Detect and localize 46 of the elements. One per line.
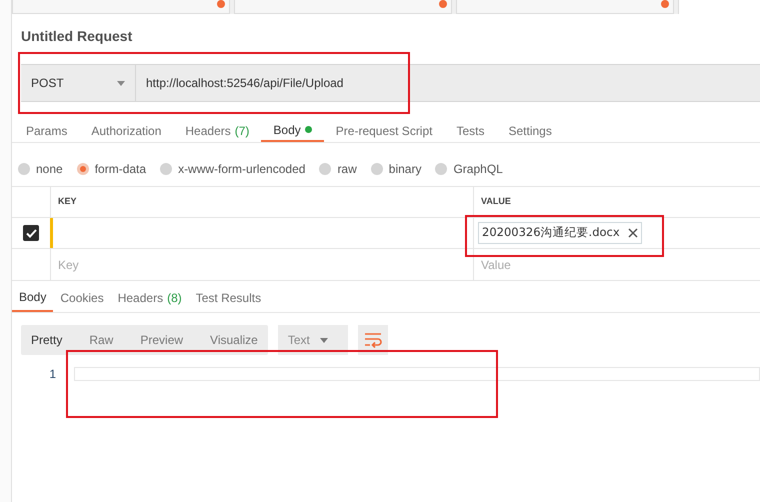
view-mode-tab[interactable]: Visualize	[210, 331, 258, 349]
radio-option[interactable]: x-www-form-urlencoded	[160, 160, 306, 178]
radio-button[interactable]	[76, 163, 89, 175]
remove-file-icon[interactable]	[628, 228, 638, 238]
tab[interactable]	[234, 0, 452, 14]
radio-option[interactable]: GraphQL	[435, 160, 503, 178]
column-header: VALUE	[473, 187, 760, 217]
tab[interactable]: Body	[261, 119, 324, 142]
value-input[interactable]: Value	[473, 249, 760, 280]
format-dropdown[interactable]: Text	[278, 325, 348, 355]
radio-option[interactable]: none	[18, 160, 63, 178]
line-number: 1	[48, 366, 56, 382]
tab[interactable]: Test Results	[188, 283, 268, 312]
view-mode-tab[interactable]: Raw	[89, 331, 114, 349]
radio-button[interactable]	[435, 163, 448, 175]
tab[interactable]: Params	[14, 119, 80, 142]
tab[interactable]: Headers (7)	[173, 119, 262, 142]
tab[interactable]: Body	[12, 283, 54, 312]
caret-icon	[320, 338, 328, 342]
radio-option[interactable]: binary	[370, 160, 422, 178]
tab[interactable]: Pre-request Script	[324, 119, 444, 142]
radio-button[interactable]	[160, 163, 172, 175]
tab[interactable]	[12, 0, 230, 14]
tab[interactable]: Cookies	[53, 283, 111, 312]
caret-icon	[117, 80, 125, 86]
radio-button[interactable]	[18, 163, 30, 175]
tab[interactable]: Headers (8)	[110, 283, 189, 312]
view-mode-tab[interactable]: Preview	[140, 331, 184, 349]
view-mode-tab[interactable]: Pretty	[31, 331, 62, 349]
tab[interactable]: Authorization	[79, 119, 174, 142]
checkbox[interactable]	[23, 225, 39, 241]
tab[interactable]	[456, 0, 674, 14]
radio-option[interactable]: raw	[319, 160, 357, 178]
wrap-lines-button[interactable]	[358, 325, 388, 355]
radio-option[interactable]: form-data	[76, 160, 146, 178]
column-header: KEY	[50, 187, 473, 217]
url-field[interactable]: http://localhost:52546/api/File/Upload	[136, 64, 760, 102]
wrap-lines-icon	[364, 332, 382, 348]
method-dropdown[interactable]: POST	[21, 64, 136, 102]
radio-button[interactable]	[319, 163, 332, 175]
tab[interactable]: Settings	[496, 119, 564, 142]
radio-button[interactable]	[370, 163, 383, 175]
request-title: Untitled Request	[21, 27, 134, 45]
file-chip: 20200326沟通纪要.docx	[478, 222, 642, 244]
tab[interactable]: Tests	[444, 119, 496, 142]
key-input[interactable]: Key	[50, 249, 473, 280]
